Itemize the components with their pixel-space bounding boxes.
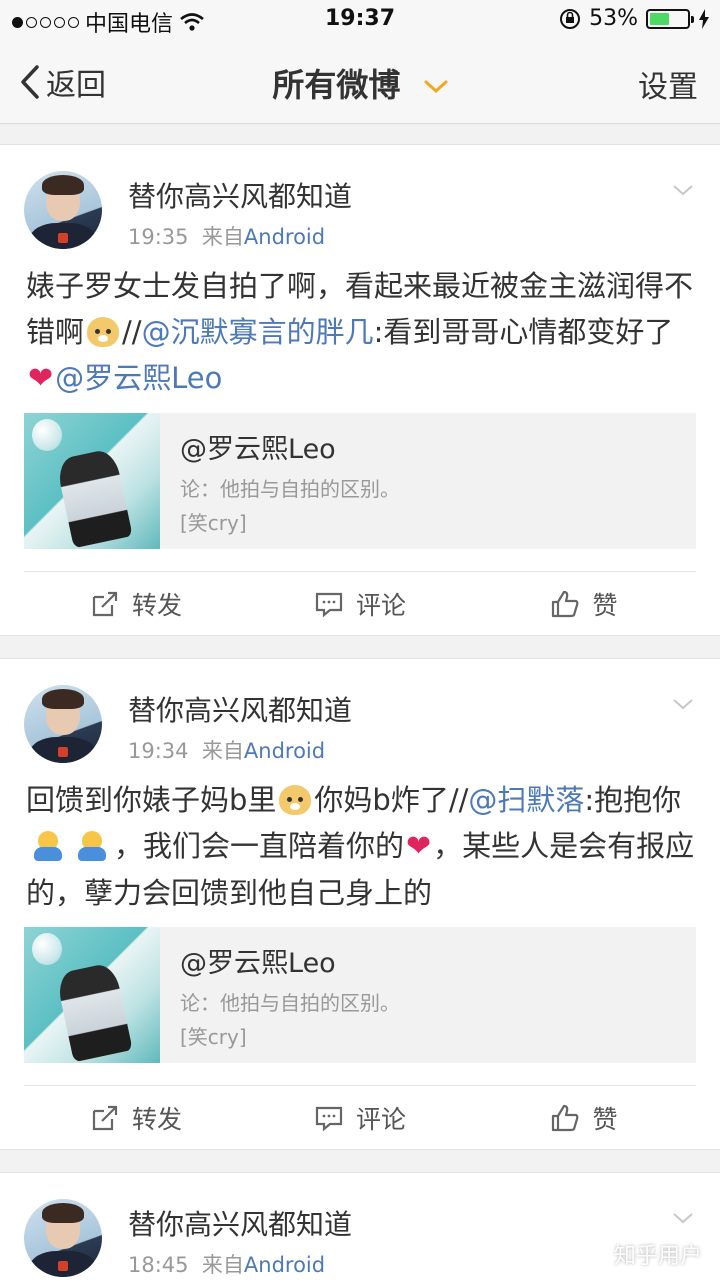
post-meta: 19:34 来自Android — [128, 735, 325, 765]
heart-emoji-icon: ❤ — [28, 361, 54, 396]
weibo-card: 替你高兴风都知道 19:35 来自Android 婊子罗女士发自拍了啊，看起来最… — [0, 144, 720, 636]
like-button[interactable]: 赞 — [472, 572, 696, 635]
doge-emoji-icon — [279, 785, 312, 815]
comment-label: 评论 — [355, 590, 406, 620]
post-text-part: :看到哥哥心情都变好了 — [373, 315, 674, 349]
comment-icon — [315, 1106, 343, 1131]
doge-emoji-icon — [87, 317, 120, 347]
page-title[interactable]: 所有微博 — [0, 60, 720, 106]
post-text-part: 回馈到你婊子妈b里 — [26, 783, 277, 817]
comment-button[interactable]: 评论 — [248, 572, 472, 635]
chevron-down-icon — [424, 80, 448, 94]
post-text-part: 你妈b炸了// — [314, 783, 469, 817]
source-prefix: 来自 — [201, 739, 244, 763]
avatar[interactable] — [24, 1199, 102, 1277]
page-title-label: 所有微博 — [272, 66, 401, 104]
source-prefix: 来自 — [201, 1253, 244, 1277]
source-prefix: 来自 — [201, 225, 244, 249]
comment-label: 评论 — [355, 1104, 406, 1134]
post-time: 19:34 — [128, 739, 189, 763]
repost-label: 转发 — [131, 590, 182, 620]
orientation-lock-icon — [560, 8, 581, 29]
post-meta: 18:45 来自Android — [128, 1249, 325, 1279]
repost-button[interactable]: 转发 — [24, 1086, 248, 1149]
comment-icon — [315, 592, 343, 617]
chevron-down-icon[interactable] — [672, 693, 694, 715]
repost-button[interactable]: 转发 — [24, 572, 248, 635]
post-text-part: // — [122, 315, 142, 349]
post-text: 婊子罗女士发自拍了啊，看起来最近被金主滋润得不错啊//@沉默寡言的胖几:看到哥哥… — [26, 263, 698, 402]
post-time: 18:45 — [128, 1253, 189, 1277]
post-source: Android — [243, 225, 326, 249]
repost-thumbnail — [24, 927, 160, 1063]
author-name[interactable]: 替你高兴风都知道 — [128, 689, 352, 729]
mention-link[interactable]: @扫默落 — [468, 783, 584, 817]
repost-tag: [笑cry] — [180, 1025, 247, 1049]
post-text-part: :抱抱你 — [584, 783, 682, 817]
repost-subtitle: 论：他拍与自拍的区别。 — [180, 477, 400, 501]
chevron-down-icon[interactable] — [672, 179, 694, 201]
post-meta: 19:35 来自Android — [128, 221, 325, 251]
status-right: 53% — [559, 6, 710, 31]
watermark: 知乎用户 — [613, 1244, 702, 1269]
settings-button[interactable]: 设置 — [638, 62, 698, 106]
post-text: 回馈到你婊子妈b里 你妈b炸了//@扫默落:抱抱你，我们会一直陪着你的❤，某些人是… — [26, 777, 698, 916]
repost-preview[interactable]: @罗云熙Leo 论：他拍与自拍的区别。 [笑cry] — [24, 413, 696, 549]
hug-emoji-icon — [76, 831, 108, 861]
repost-subtitle: 论：他拍与自拍的区别。 — [180, 991, 400, 1015]
mention-link[interactable]: @沉默寡言的胖几 — [142, 315, 374, 349]
status-bar: 中国电信 19:37 53% — [0, 0, 720, 40]
top-bar: 中国电信 19:37 53% 返回 所有微博 设置 — [0, 0, 720, 124]
thumbs-up-icon — [552, 1104, 579, 1131]
comment-button[interactable]: 评论 — [248, 1086, 472, 1149]
post-source: Android — [243, 739, 326, 763]
battery-percent: 53% — [589, 6, 638, 31]
action-bar: 转发 评论 赞 — [24, 571, 696, 635]
repost-label: 转发 — [131, 1104, 182, 1134]
avatar[interactable] — [24, 171, 102, 249]
share-icon — [92, 1105, 118, 1130]
chevron-down-icon[interactable] — [672, 1207, 694, 1229]
post-source: Android — [243, 1253, 326, 1277]
weibo-card: 替你高兴风都知道 18:45 来自Android — [0, 1172, 720, 1280]
like-label: 赞 — [592, 590, 618, 620]
nav-bar: 返回 所有微博 设置 — [0, 40, 720, 124]
post-text-part: ，我们会一直陪着你的 — [114, 829, 405, 863]
battery-icon — [646, 8, 694, 29]
author-name[interactable]: 替你高兴风都知道 — [128, 175, 352, 215]
author-name[interactable]: 替你高兴风都知道 — [128, 1203, 352, 1243]
action-bar: 转发 评论 赞 — [24, 1085, 696, 1149]
post-time: 19:35 — [128, 225, 189, 249]
repost-tag: [笑cry] — [180, 511, 247, 535]
share-icon — [92, 591, 118, 616]
avatar[interactable] — [24, 685, 102, 763]
heart-emoji-icon: ❤ — [406, 829, 432, 864]
like-button[interactable]: 赞 — [472, 1086, 696, 1149]
thumbs-up-icon — [552, 590, 579, 617]
charging-icon — [699, 8, 709, 29]
mention-link[interactable]: @罗云熙Leo — [55, 361, 222, 395]
repost-title: @罗云熙Leo — [180, 434, 336, 465]
repost-thumbnail — [24, 413, 160, 549]
like-label: 赞 — [592, 1104, 618, 1134]
repost-preview[interactable]: @罗云熙Leo 论：他拍与自拍的区别。 [笑cry] — [24, 927, 696, 1063]
weibo-card: 替你高兴风都知道 19:34 来自Android 回馈到你婊子妈b里 你妈b炸了/… — [0, 658, 720, 1150]
hug-emoji-icon — [32, 831, 64, 861]
repost-title: @罗云熙Leo — [180, 948, 336, 979]
